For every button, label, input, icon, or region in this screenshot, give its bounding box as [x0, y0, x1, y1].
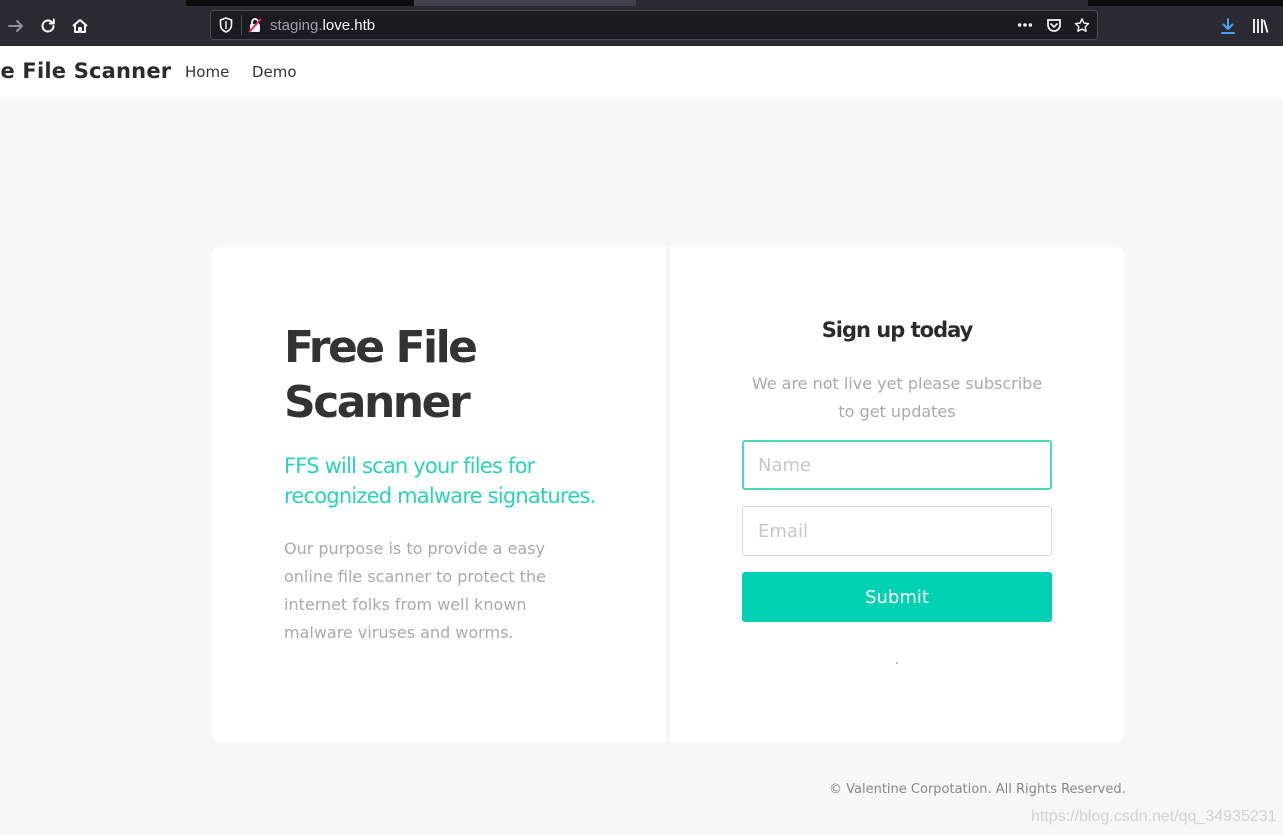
signup-card: Free File Scanner FFS will scan your fil… — [212, 246, 1124, 742]
nav-link-demo[interactable]: Demo — [252, 63, 297, 81]
star-icon[interactable] — [1074, 17, 1090, 33]
signup-title: Sign up today — [821, 318, 974, 342]
site-brand[interactable]: ee File Scanner — [0, 59, 171, 83]
reload-icon[interactable] — [36, 14, 60, 38]
pocket-icon[interactable] — [1046, 17, 1062, 33]
browser-toolbar: staging.love.htb — [0, 6, 1283, 46]
url-bar[interactable]: staging.love.htb — [210, 10, 1098, 40]
hero-subtitle: FFS will scan your files for recognized … — [284, 454, 596, 508]
url-divider — [241, 15, 242, 35]
url-text[interactable]: staging.love.htb — [270, 17, 375, 34]
url-subdomain: staging. — [270, 17, 323, 34]
forward-arrow-icon[interactable] — [4, 14, 28, 38]
hero-description: Our purpose is to provide a easy online … — [284, 539, 546, 642]
status-dot — [896, 662, 898, 664]
signup-subtitle: We are not live yet please subscribe to … — [751, 374, 1043, 421]
watermark-text: https://blog.csdn.net/qq_34935231 — [1031, 808, 1277, 825]
footer-copyright: © Valentine Corpotation. All Rights Rese… — [829, 782, 1126, 797]
nav-link-home[interactable]: Home — [185, 63, 229, 81]
more-dots-icon[interactable] — [1017, 17, 1033, 33]
submit-button[interactable]: Submit — [742, 572, 1052, 622]
insecure-lock-icon[interactable] — [247, 17, 263, 33]
name-field[interactable] — [742, 440, 1052, 490]
download-icon[interactable] — [1217, 15, 1239, 37]
url-domain: love.htb — [322, 17, 376, 34]
home-icon[interactable] — [68, 14, 92, 38]
hero-title: Free File Scanner — [284, 322, 478, 428]
library-icon[interactable] — [1249, 15, 1271, 37]
site-navbar: ee File Scanner Home Demo — [0, 46, 1283, 98]
shield-icon[interactable] — [218, 17, 234, 33]
email-field[interactable] — [742, 506, 1052, 556]
